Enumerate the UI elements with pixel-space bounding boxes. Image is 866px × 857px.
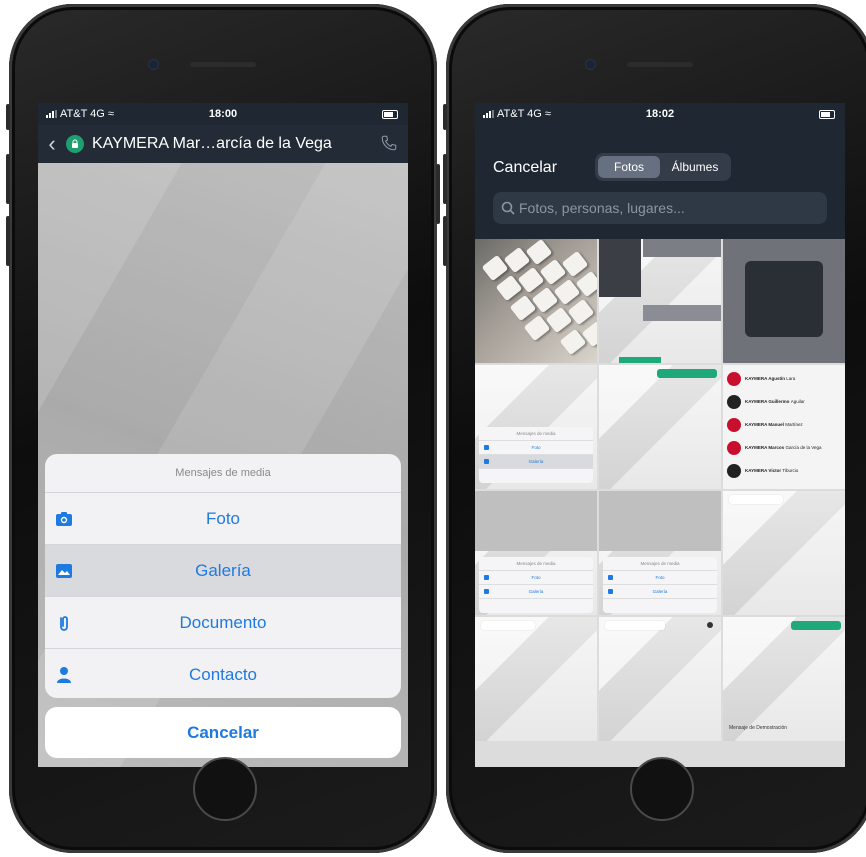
phone-call-icon[interactable] [380,134,398,152]
image-icon [56,564,72,578]
photo-search-input[interactable]: Fotos, personas, lugares... [493,192,827,224]
contact-option[interactable]: Contacto [45,649,401,698]
photo-thumbnail[interactable] [723,239,845,363]
volume-up-button [6,154,10,204]
photo-thumbnail[interactable] [475,617,597,741]
right-phone: AT&T 4G ≈ 18:02 Cancelar Fotos Álbumes F… [443,4,866,853]
photo-thumbnail[interactable] [599,365,721,489]
photo-thumbnail[interactable]: Mensajes de media Foto Galería [475,365,597,489]
demo-message-text: Mensaje de Demostración [729,725,788,731]
document-option[interactable]: Documento [45,597,401,649]
right-screen: AT&T 4G ≈ 18:02 Cancelar Fotos Álbumes F… [475,103,845,767]
chat-header: ‹ KAYMERA Mar…arcía de la Vega [38,125,408,163]
document-option-label: Documento [179,613,267,632]
photo-thumbnail[interactable]: Mensajes de media Foto Galería [475,491,597,615]
contact-row: KAYMERA Agustín Lara [723,367,845,390]
paperclip-icon [60,616,68,631]
volume-down-button [6,216,10,266]
mini-sheet-gallery: Galería [479,455,593,469]
received-bubble [605,621,665,630]
photo-thumbnail[interactable]: Mensajes de media Foto Galería [599,491,721,615]
sent-bubble [791,621,841,630]
gallery-option[interactable]: Galería [45,545,401,597]
contact-option-label: Contacto [188,665,258,684]
cancel-button[interactable]: Cancelar [45,707,401,758]
tab-photos[interactable]: Fotos [598,156,660,178]
chevron-left-icon[interactable]: ‹ [38,131,66,157]
volume-down-button [443,216,447,266]
front-camera [149,60,158,69]
person-icon [57,667,71,683]
action-sheet-thumbnail: Mensajes de media Foto Galería [479,427,593,483]
left-screen: AT&T 4G ≈ 18:00 ‹ KAYMERA Mar…arcía de l… [38,103,408,767]
photo-option[interactable]: Foto [45,493,401,545]
photo-picker-header: Cancelar Fotos Álbumes Fotos, personas, … [475,125,845,239]
photo-thumbnail[interactable] [599,617,721,741]
permission-dialog-thumbnail [745,261,823,337]
contact-name[interactable]: KAYMERA Mar…arcía de la Vega [92,135,332,153]
photo-thumbnail[interactable]: KAYMERA Agustín Lara KAYMERA Guillermo A… [723,365,845,489]
picker-cancel-button[interactable]: Cancelar [493,159,557,177]
photo-option-label: Foto [205,509,241,528]
status-bar: AT&T 4G ≈ 18:02 [475,103,845,125]
photo-thumbnail[interactable]: Mensaje de Demostración [723,617,845,741]
mini-sheet-title: Mensajes de media [479,427,593,441]
search-icon [501,201,515,215]
action-sheet-thumbnail: Mensajes de media Foto Galería [603,557,717,613]
photo-grid: Mensajes de media Foto Galería KAYMERA A… [475,239,845,767]
media-action-sheet: Mensajes de media Foto Galería Documento… [45,454,401,698]
home-button[interactable] [630,757,694,821]
earpiece-speaker [190,62,256,67]
shield-icon [66,135,84,153]
received-bubble [729,495,783,504]
contact-list-thumbnail: KAYMERA Agustín Lara KAYMERA Guillermo A… [723,367,845,482]
received-bubble [481,621,535,630]
home-button[interactable] [193,757,257,821]
status-bar: AT&T 4G ≈ 18:00 [38,103,408,125]
contact-row: KAYMERA Guillermo Aguilar [723,390,845,413]
sent-bubble [657,369,717,378]
gallery-option-label: Galería [195,561,251,580]
camera-icon [56,512,72,526]
battery-icon [819,110,835,119]
contact-row: KAYMERA Manuel Martínez [723,413,845,436]
front-camera [586,60,595,69]
mute-switch [6,104,10,130]
volume-up-button [443,154,447,204]
tab-albums[interactable]: Álbumes [663,156,727,178]
status-time: 18:02 [645,108,675,120]
picker-segmented-control: Fotos Álbumes [595,153,731,181]
photo-thumbnail[interactable] [599,239,721,363]
contact-row: KAYMERA Victor Tiburcio [723,459,845,482]
mini-sheet-photo: Foto [479,441,593,455]
left-phone: AT&T 4G ≈ 18:00 ‹ KAYMERA Mar…arcía de l… [6,4,440,853]
power-button [436,164,440,224]
contact-row: KAYMERA Marcos García de la Vega [723,436,845,459]
mute-switch [443,104,447,130]
action-sheet-title: Mensajes de media [45,454,401,493]
status-time: 18:00 [208,108,238,120]
battery-icon [382,110,398,119]
earpiece-speaker [627,62,693,67]
photo-thumbnail[interactable] [723,491,845,615]
action-sheet-thumbnail: Mensajes de media Foto Galería [479,557,593,613]
search-placeholder: Fotos, personas, lugares... [519,200,685,216]
photo-thumbnail[interactable] [475,239,597,363]
